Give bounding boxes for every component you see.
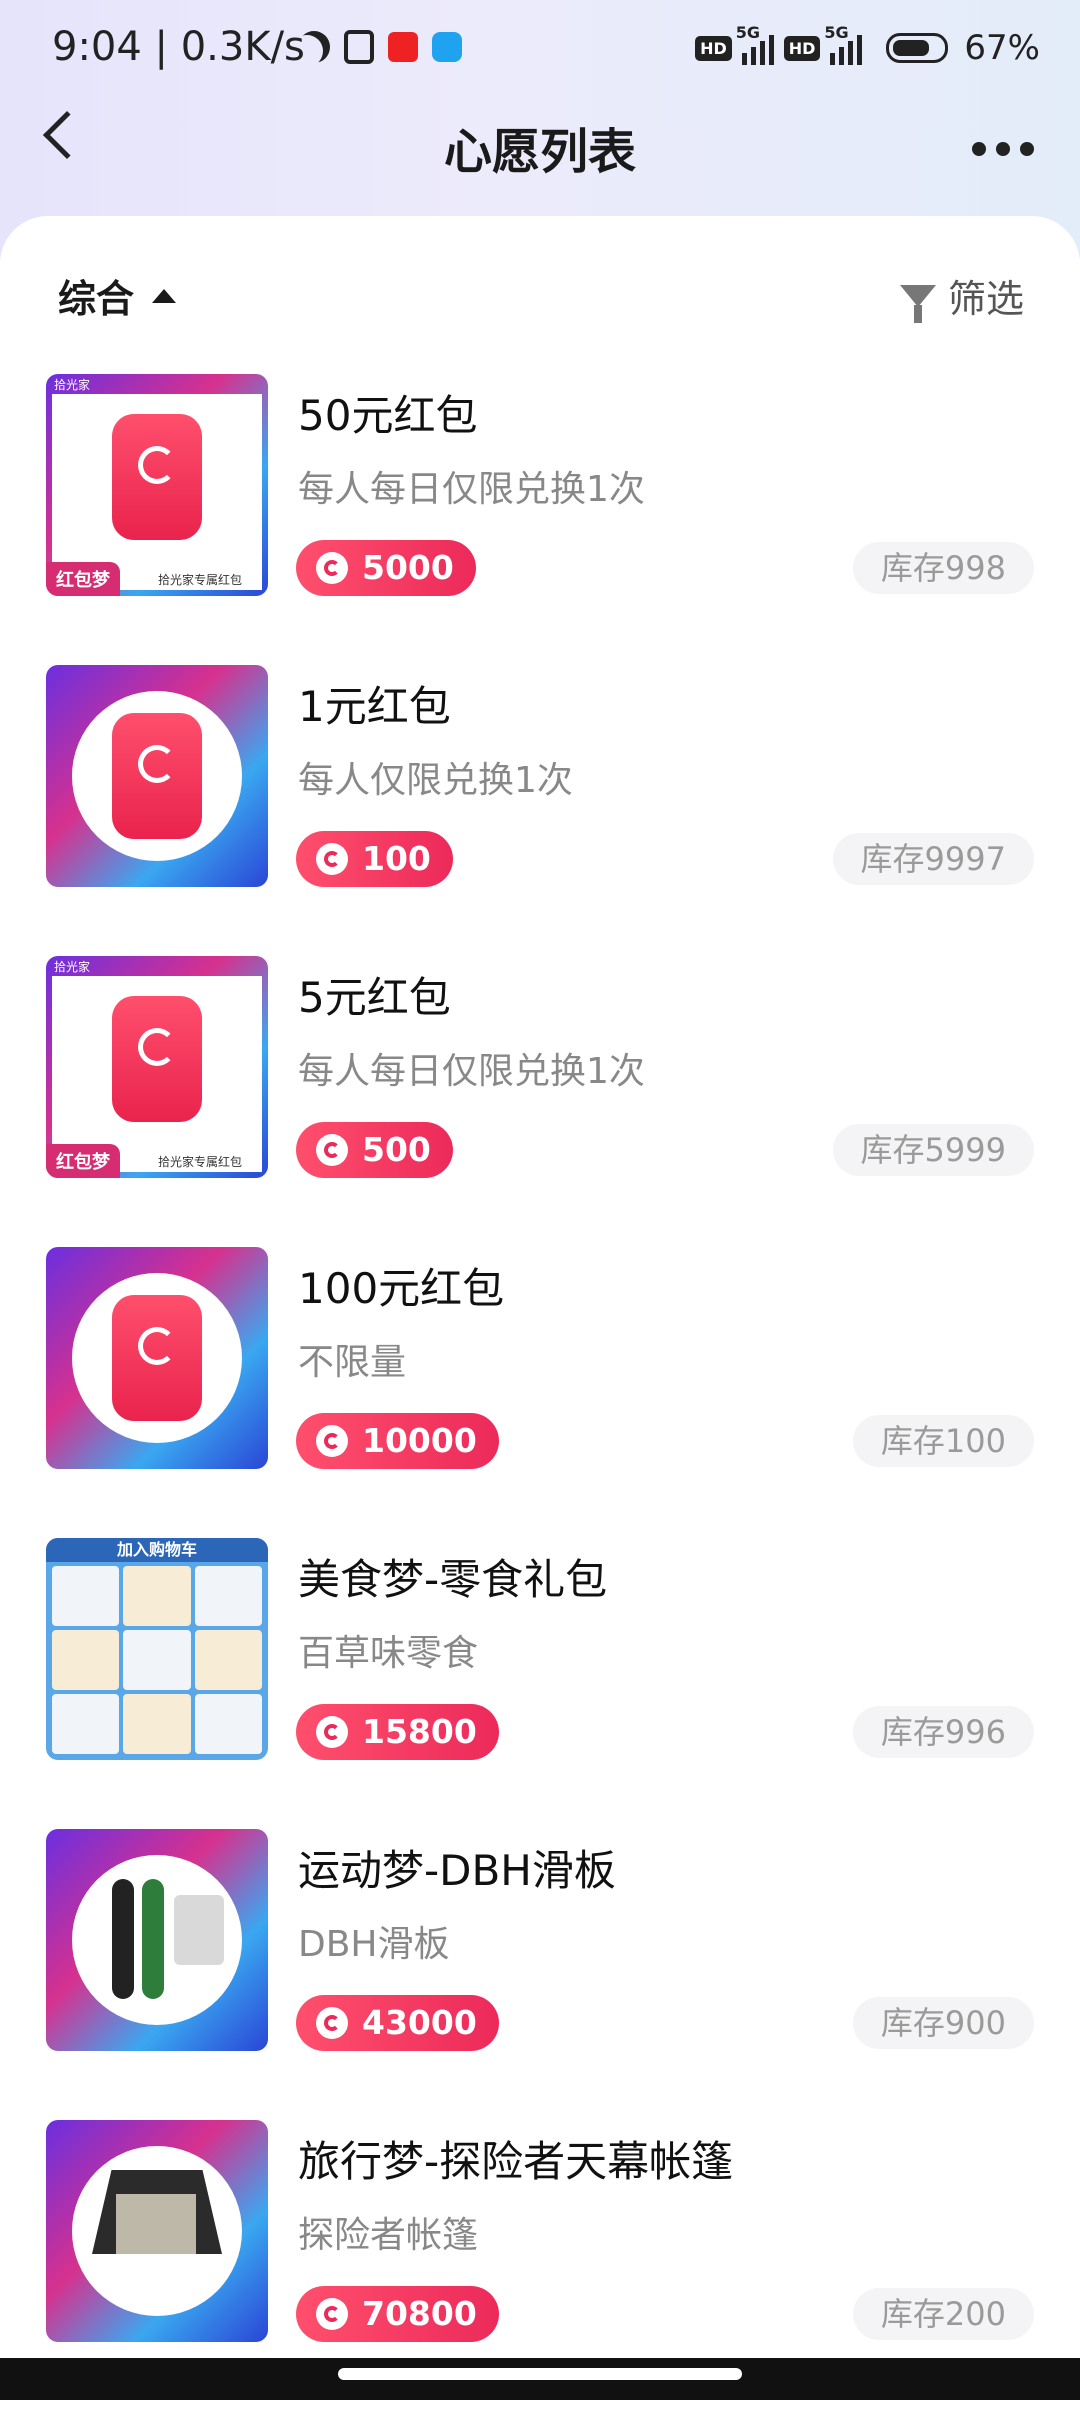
sort-triangle-icon — [152, 288, 177, 303]
qq-notification-icon — [432, 32, 462, 62]
coin-icon — [316, 2007, 348, 2039]
item-thumbnail: 拾光家 红包梦 拾光家专属红包 — [46, 374, 268, 596]
price-badge: 100 — [296, 831, 453, 887]
list-item[interactable]: 运动梦-DBH滑板 DBH滑板 43000 库存900 — [0, 1829, 1080, 2120]
item-name: 5元红包 — [298, 973, 451, 1022]
list-item[interactable]: 拾光家 红包梦 拾光家专属红包 5元红包 每人每日仅限兑换1次 500 库存59… — [0, 956, 1080, 1247]
thumb-brand: 拾光家 — [54, 378, 91, 392]
stock-badge: 库存5999 — [832, 1124, 1034, 1176]
item-thumbnail — [46, 1247, 268, 1469]
thumb-caption: 拾光家专属红包 — [157, 573, 242, 587]
stock-badge: 库存100 — [852, 1415, 1034, 1467]
coin-icon — [316, 1134, 348, 1166]
thumb-tag: 红包梦 — [46, 562, 120, 596]
red-packet-icon — [112, 713, 202, 839]
item-name: 运动梦-DBH滑板 — [298, 1846, 616, 1895]
stock-badge: 库存9997 — [832, 833, 1034, 885]
item-name: 1元红包 — [298, 682, 451, 731]
item-name: 50元红包 — [298, 391, 478, 440]
stock-badge: 库存900 — [852, 1997, 1034, 2049]
price-badge: 5000 — [296, 540, 476, 596]
item-name: 100元红包 — [298, 1264, 505, 1313]
filter-button[interactable]: 筛选 — [899, 268, 1024, 323]
more-options-icon[interactable] — [972, 142, 1034, 156]
list-item[interactable]: 拾光家 红包梦 拾光家专属红包 50元红包 每人每日仅限兑换1次 5000 库存… — [0, 374, 1080, 665]
item-thumbnail — [46, 1829, 268, 2051]
thumb-brand: 拾光家 — [54, 960, 91, 974]
wishlist-card: 综合 筛选 拾光家 红包梦 拾光家专属红包 50元红包 每人每日仅限兑换1次 5… — [0, 216, 1080, 2400]
price-badge: 15800 — [296, 1704, 499, 1760]
skateboard-image — [112, 1879, 134, 1999]
page-title: 心愿列表 — [443, 124, 636, 180]
sort-label: 综合 — [58, 277, 135, 321]
stock-badge: 库存996 — [852, 1706, 1034, 1758]
price-badge: 70800 — [296, 2286, 499, 2342]
thumb-caption: 拾光家专属红包 — [157, 1155, 242, 1169]
list-item[interactable]: 1元红包 每人仅限兑换1次 100 库存9997 — [0, 665, 1080, 956]
item-desc: 每人仅限兑换1次 — [298, 760, 573, 801]
coin-icon — [316, 2298, 348, 2330]
coin-icon — [316, 1716, 348, 1748]
red-packet-icon — [112, 1295, 202, 1421]
list-item[interactable]: 100元红包 不限量 10000 库存100 — [0, 1247, 1080, 1538]
coin-icon — [316, 843, 348, 875]
red-packet-icon — [112, 996, 202, 1122]
item-desc: 探险者帐篷 — [298, 2215, 479, 2256]
red-packet-icon — [112, 414, 202, 540]
hd-badge: HD — [695, 35, 732, 61]
stock-badge: 库存200 — [852, 2288, 1034, 2340]
battery-icon — [886, 33, 949, 63]
item-thumbnail: 拾光家 红包梦 拾光家专属红包 — [46, 956, 268, 1178]
app-notification-icon — [388, 32, 418, 62]
wish-list: 拾光家 红包梦 拾光家专属红包 50元红包 每人每日仅限兑换1次 5000 库存… — [0, 374, 1080, 2411]
coin-icon — [316, 552, 348, 584]
status-time: 9:04 | 0.3K/s — [52, 24, 305, 70]
item-desc: 每人每日仅限兑换1次 — [298, 469, 645, 510]
thumb-band: 加入购物车 — [46, 1538, 268, 1562]
skateboard-image-2 — [142, 1879, 164, 1999]
item-name: 美食梦-零食礼包 — [298, 1555, 608, 1604]
hd-badge-2: HD — [783, 35, 821, 61]
coin-icon — [316, 1425, 348, 1457]
sort-button[interactable]: 综合 — [58, 268, 177, 323]
price-badge: 43000 — [296, 1995, 499, 2051]
list-item[interactable]: 加入购物车 美食梦-零食礼包 百草味零食 15800 库存996 — [0, 1538, 1080, 1829]
item-thumbnail — [46, 2120, 268, 2342]
item-thumbnail: 加入购物车 — [46, 1538, 268, 1760]
status-left-icons — [298, 30, 462, 64]
battery-percent: 67% — [964, 28, 1040, 68]
status-right-icons: HD 5G HD 5G 67% — [695, 23, 1040, 68]
status-bar: 9:04 | 0.3K/s HD 5G HD 5G 67% — [0, 0, 1080, 100]
stock-badge: 库存998 — [852, 542, 1034, 594]
signal-icon-2: 5G — [824, 23, 863, 65]
price-badge: 500 — [296, 1122, 453, 1178]
item-desc: 百草味零食 — [298, 1633, 479, 1674]
filter-label: 筛选 — [947, 277, 1024, 321]
filter-funnel-icon — [899, 284, 936, 323]
item-desc: 每人每日仅限兑换1次 — [298, 1051, 645, 1092]
moon-icon — [298, 31, 330, 63]
home-indicator[interactable] — [338, 2368, 742, 2380]
item-name: 旅行梦-探险者天幕帐篷 — [298, 2137, 734, 2186]
price-badge: 10000 — [296, 1413, 499, 1469]
signal-icon: 5G — [736, 23, 774, 65]
item-thumbnail — [46, 665, 268, 887]
item-desc: 不限量 — [298, 1342, 407, 1383]
thumb-tag: 红包梦 — [46, 1144, 120, 1178]
system-nav-bar — [0, 2358, 1080, 2400]
item-desc: DBH滑板 — [298, 1924, 450, 1965]
nfc-icon — [344, 30, 374, 64]
